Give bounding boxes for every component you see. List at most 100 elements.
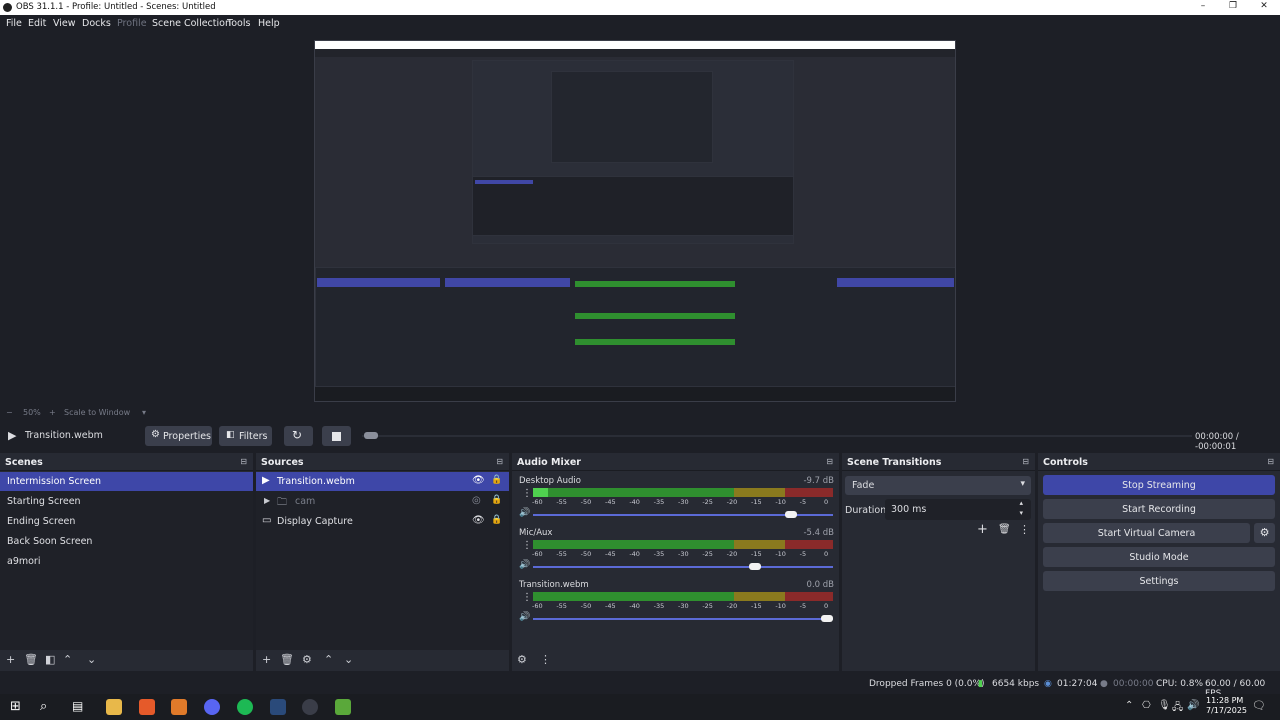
maximize-button[interactable]: ❐ xyxy=(1218,1,1248,11)
volume-icon[interactable]: 🔊 xyxy=(1187,700,1199,711)
transition-select[interactable]: Fade ▾ xyxy=(845,476,1031,495)
undock-icon[interactable]: ⊟ xyxy=(1267,457,1274,466)
filter-icon[interactable]: ◧ xyxy=(45,653,55,666)
speaker-icon[interactable]: 🔊 xyxy=(519,508,530,518)
file-explorer-icon[interactable] xyxy=(106,699,122,715)
eye-icon[interactable]: 👁 xyxy=(472,475,485,486)
add-icon[interactable]: + xyxy=(6,653,15,666)
media-seek-handle[interactable] xyxy=(364,432,378,439)
source-item[interactable]: ▶ 🗀 cam ◎ 🔒 xyxy=(256,492,509,511)
obs-taskbar-icon[interactable] xyxy=(302,699,318,715)
gear-icon[interactable]: ⚙ xyxy=(302,653,312,666)
advanced-audio-icon[interactable]: ⚙ xyxy=(517,653,527,666)
network-icon[interactable]: 🖧 xyxy=(1172,700,1183,717)
trash-icon[interactable]: 🗑 xyxy=(24,653,38,666)
stop-button[interactable] xyxy=(322,426,351,446)
virtual-camera-settings-button[interactable]: ⚙ xyxy=(1254,523,1275,543)
preview-canvas[interactable] xyxy=(314,40,956,402)
scene-item[interactable]: Intermission Screen xyxy=(0,472,253,491)
brave-browser-icon[interactable] xyxy=(139,699,155,715)
move-up-icon[interactable]: ⌃ xyxy=(324,653,333,666)
volume-slider-handle[interactable] xyxy=(785,511,797,518)
menu-dots-icon[interactable]: ⋮ xyxy=(1019,523,1030,536)
trash-icon[interactable]: 🗑 xyxy=(998,524,1011,535)
stop-streaming-button[interactable]: Stop Streaming xyxy=(1043,475,1275,495)
scene-item[interactable]: Ending Screen xyxy=(0,512,253,531)
microphone-icon[interactable]: 🎙 xyxy=(1158,700,1171,711)
menu-scene-collection[interactable]: Scene Collection xyxy=(152,18,231,29)
lock-icon[interactable]: 🔒 xyxy=(491,515,502,525)
menu-help[interactable]: Help xyxy=(258,18,280,29)
scene-item[interactable]: Starting Screen xyxy=(0,492,253,511)
menu-dots-icon[interactable]: ⋮ xyxy=(540,653,551,666)
play-icon[interactable]: ▶ xyxy=(8,429,16,442)
lock-icon[interactable]: 🔒 xyxy=(491,475,502,485)
add-transition-icon[interactable]: + xyxy=(977,522,988,537)
clock-date[interactable]: 7/17/2025 xyxy=(1206,706,1247,715)
move-up-icon[interactable]: ⌃ xyxy=(63,653,72,666)
undock-icon[interactable]: ⊟ xyxy=(1022,457,1029,466)
lock-icon[interactable]: 🔒 xyxy=(491,495,502,505)
app-icon[interactable] xyxy=(335,699,351,715)
menu-tools[interactable]: Tools xyxy=(227,18,250,29)
meter-tick-label: 0 xyxy=(824,498,829,506)
scale-mode-select[interactable]: Scale to Window xyxy=(64,408,130,417)
source-item[interactable]: ▶ Transition.webm 👁 🔒 xyxy=(256,472,509,491)
channel-menu-dots-icon[interactable]: ⋮ xyxy=(522,592,532,603)
close-button[interactable]: ✕ xyxy=(1249,1,1279,11)
channel-menu-dots-icon[interactable]: ⋮ xyxy=(522,488,532,499)
volume-slider-handle[interactable] xyxy=(749,563,761,570)
scene-item[interactable]: a9mori xyxy=(0,552,253,571)
volume-slider[interactable] xyxy=(533,566,833,568)
start-virtual-camera-button[interactable]: Start Virtual Camera xyxy=(1043,523,1250,543)
menu-edit[interactable]: Edit xyxy=(28,18,46,29)
zoom-in-button[interactable]: + xyxy=(49,408,56,417)
filters-button[interactable]: ◧ Filters xyxy=(219,426,272,446)
volume-slider[interactable] xyxy=(533,618,833,620)
restart-button[interactable]: ↻ xyxy=(284,426,313,446)
studio-mode-button[interactable]: Studio Mode xyxy=(1043,547,1275,567)
minimize-button[interactable]: – xyxy=(1188,1,1218,11)
tray-overflow-icon[interactable]: ⌃ xyxy=(1125,700,1133,711)
eye-hidden-icon[interactable]: ◎ xyxy=(472,495,481,506)
zoom-level: 50% xyxy=(23,408,41,417)
start-recording-button[interactable]: Start Recording xyxy=(1043,499,1275,519)
duration-input[interactable]: 300 ms ▴ ▾ xyxy=(885,499,1031,520)
spin-up-icon[interactable]: ▴ xyxy=(1019,499,1023,507)
undock-icon[interactable]: ⊟ xyxy=(496,457,503,466)
menu-file[interactable]: File xyxy=(6,18,22,29)
media-seek-slider[interactable] xyxy=(362,435,1192,437)
add-icon[interactable]: + xyxy=(262,653,271,666)
steam-icon[interactable] xyxy=(270,699,286,715)
task-view-icon[interactable]: ▤ xyxy=(72,699,88,715)
speaker-icon[interactable]: 🔊 xyxy=(519,560,530,570)
expand-icon[interactable]: ▶ xyxy=(264,496,270,505)
spin-down-icon[interactable]: ▾ xyxy=(1019,509,1023,517)
notifications-icon[interactable]: 🗨 xyxy=(1252,699,1266,712)
menu-profile[interactable]: Profile xyxy=(117,18,147,29)
undock-icon[interactable]: ⊟ xyxy=(240,457,247,466)
trash-icon[interactable]: 🗑 xyxy=(280,653,294,666)
spotify-icon[interactable] xyxy=(237,699,253,715)
volume-slider-handle[interactable] xyxy=(821,615,833,622)
clock-time[interactable]: 11:28 PM xyxy=(1206,696,1243,705)
eye-icon[interactable]: 👁 xyxy=(472,515,485,526)
zoom-out-button[interactable]: − xyxy=(6,408,13,417)
properties-button[interactable]: ⚙ Properties xyxy=(145,426,212,446)
settings-button[interactable]: Settings xyxy=(1043,571,1275,591)
chevron-down-icon[interactable]: ▾ xyxy=(142,408,146,417)
discord-icon[interactable] xyxy=(204,699,220,715)
source-item[interactable]: ▭ Display Capture 👁 🔒 xyxy=(256,512,509,531)
undock-icon[interactable]: ⊟ xyxy=(826,457,833,466)
scene-item[interactable]: Back Soon Screen xyxy=(0,532,253,551)
move-down-icon[interactable]: ⌄ xyxy=(344,653,353,666)
menu-docks[interactable]: Docks xyxy=(82,18,111,29)
search-icon[interactable]: ⌕ xyxy=(40,699,56,715)
speaker-icon[interactable]: 🔊 xyxy=(519,612,530,622)
windows-start-icon[interactable]: ⊞ xyxy=(10,699,26,715)
tray-icon[interactable]: ⎔ xyxy=(1142,700,1151,711)
channel-menu-dots-icon[interactable]: ⋮ xyxy=(522,540,532,551)
move-down-icon[interactable]: ⌄ xyxy=(87,653,96,666)
menu-view[interactable]: View xyxy=(53,18,76,29)
app-icon[interactable] xyxy=(171,699,187,715)
